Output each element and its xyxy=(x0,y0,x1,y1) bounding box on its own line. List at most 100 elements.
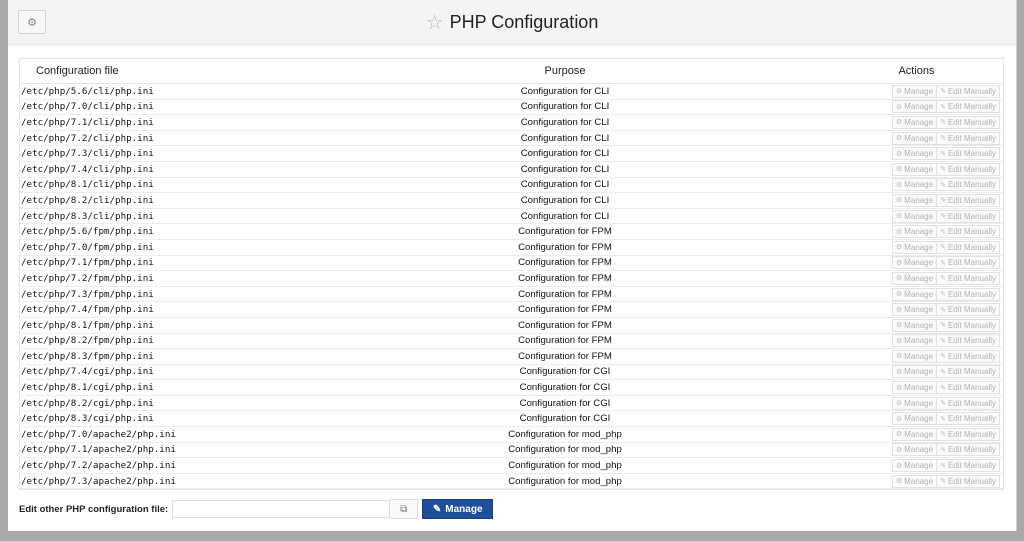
config-purpose: Configuration for mod_php xyxy=(300,426,830,443)
table-row: /etc/php/5.6/cli/php.ini Configuration fo… xyxy=(20,83,1003,100)
edit-manually-label: Edit Manually xyxy=(947,336,996,346)
edit-manually-button[interactable]: ✎ Edit Manually xyxy=(937,147,1000,161)
manage-button[interactable]: ⚙ Manage xyxy=(891,459,938,473)
config-file-path: /etc/php/8.3/cgi/php.ini xyxy=(20,410,300,428)
table-row: /etc/php/8.3/cli/php.ini Configuration fo… xyxy=(20,208,1003,225)
edit-manually-button[interactable]: ✎ Edit Manually xyxy=(937,318,1000,332)
table-row: /etc/php/7.4/cgi/php.ini Configuration fo… xyxy=(20,364,1003,381)
manage-button[interactable]: ⚙ Manage xyxy=(891,443,938,457)
edit-manually-button[interactable]: ✎ Edit Manually xyxy=(937,162,1000,176)
manage-button-label: Manage xyxy=(904,476,934,486)
edit-manually-label: Edit Manually xyxy=(947,476,996,486)
manage-button[interactable]: ⚙ Manage xyxy=(891,287,938,301)
table-row: /etc/php/7.0/fpm/php.ini Configuration fo… xyxy=(20,239,1003,256)
manage-button[interactable]: ⚙ Manage xyxy=(891,271,938,285)
browse-file-button[interactable]: ⧉ xyxy=(390,499,419,519)
config-file-path: /etc/php/8.1/cgi/php.ini xyxy=(20,379,300,396)
row-actions: ⚙ Manage ✎ Edit Manually xyxy=(830,426,1003,443)
table-row: /etc/php/7.1/apache2/php.ini Configuratio… xyxy=(20,442,1003,459)
edit-manually-button[interactable]: ✎ Edit Manually xyxy=(937,365,1000,379)
edit-manually-button[interactable]: ✎ Edit Manually xyxy=(937,84,1000,98)
edit-manually-button[interactable]: ✎ Edit Manually xyxy=(937,334,1000,348)
edit-manually-label: Edit Manually xyxy=(947,305,996,315)
gear-icon: ⚙ xyxy=(895,306,903,314)
edit-manually-button[interactable]: ✎ Edit Manually xyxy=(937,459,1000,473)
manage-button[interactable]: ⚙ Manage xyxy=(891,100,938,114)
edit-manually-label: Edit Manually xyxy=(947,258,996,268)
pencil-icon: ✎ xyxy=(940,228,946,236)
manage-button[interactable]: ⚙ Manage xyxy=(891,474,938,488)
manage-button[interactable]: ⚙ Manage xyxy=(891,256,938,270)
edit-manually-button[interactable]: ✎ Edit Manually xyxy=(937,131,1000,145)
edit-manually-button[interactable]: ✎ Edit Manually xyxy=(937,303,1000,317)
edit-manually-label: Edit Manually xyxy=(947,383,996,393)
gear-icon: ⚙ xyxy=(895,275,903,283)
edit-manually-button[interactable]: ✎ Edit Manually xyxy=(937,225,1000,239)
config-file-path: /etc/php/7.3/fpm/php.ini xyxy=(20,286,300,303)
edit-manually-button[interactable]: ✎ Edit Manually xyxy=(937,271,1000,285)
gear-icon: ⚙ xyxy=(895,88,903,96)
manage-other-config-button[interactable]: ✎ Manage xyxy=(422,499,494,519)
manage-button[interactable]: ⚙ Manage xyxy=(891,225,938,239)
manage-button[interactable]: ⚙ Manage xyxy=(891,334,938,348)
config-file-path: /etc/php/7.0/apache2/php.ini xyxy=(20,426,300,443)
page-header: ⚙ ☆ PHP Configuration xyxy=(8,0,1016,45)
edit-manually-button[interactable]: ✎ Edit Manually xyxy=(937,193,1000,207)
config-purpose: Configuration for CLI xyxy=(300,208,830,225)
manage-button-label: Manage xyxy=(904,336,934,346)
edit-manually-label: Edit Manually xyxy=(947,102,996,112)
manage-button[interactable]: ⚙ Manage xyxy=(891,147,938,161)
manage-button[interactable]: ⚙ Manage xyxy=(891,193,938,207)
manage-button[interactable]: ⚙ Manage xyxy=(891,240,938,254)
manage-button[interactable]: ⚙ Manage xyxy=(891,209,938,223)
manage-button[interactable]: ⚙ Manage xyxy=(891,84,938,98)
table-row: /etc/php/8.3/cgi/php.ini Configuration fo… xyxy=(20,410,1003,428)
other-config-path-input[interactable] xyxy=(172,500,391,518)
table-row: /etc/php/7.3/cli/php.ini Configuration fo… xyxy=(20,145,1003,162)
edit-manually-button[interactable]: ✎ Edit Manually xyxy=(937,178,1000,192)
manage-button-label: Manage xyxy=(904,195,934,205)
config-file-path: /etc/php/5.6/cli/php.ini xyxy=(20,83,300,100)
manage-button[interactable]: ⚙ Manage xyxy=(891,412,938,426)
manage-button[interactable]: ⚙ Manage xyxy=(891,349,938,363)
edit-manually-label: Edit Manually xyxy=(947,227,996,237)
config-file-path: /etc/php/7.0/fpm/php.ini xyxy=(20,239,300,256)
edit-manually-button[interactable]: ✎ Edit Manually xyxy=(937,396,1000,410)
manage-button[interactable]: ⚙ Manage xyxy=(891,381,938,395)
config-purpose: Configuration for FPM xyxy=(300,301,830,318)
manage-button[interactable]: ⚙ Manage xyxy=(891,318,938,332)
manage-button[interactable]: ⚙ Manage xyxy=(891,178,938,192)
manage-button[interactable]: ⚙ Manage xyxy=(891,365,938,379)
edit-manually-button[interactable]: ✎ Edit Manually xyxy=(937,427,1000,441)
table-row: /etc/php/8.1/cli/php.ini Configuration fo… xyxy=(20,177,1003,194)
table-row: /etc/php/8.1/cgi/php.ini Configuration fo… xyxy=(20,379,1003,396)
edit-manually-button[interactable]: ✎ Edit Manually xyxy=(937,412,1000,426)
edit-manually-button[interactable]: ✎ Edit Manually xyxy=(937,474,1000,488)
table-row: /etc/php/7.1/fpm/php.ini Configuration fo… xyxy=(20,255,1003,272)
edit-manually-button[interactable]: ✎ Edit Manually xyxy=(937,115,1000,129)
manage-button[interactable]: ⚙ Manage xyxy=(891,396,938,410)
config-purpose: Configuration for CGI xyxy=(300,410,830,428)
config-file-path: /etc/php/7.1/cli/php.ini xyxy=(20,114,300,131)
star-outline-icon[interactable]: ☆ xyxy=(426,12,444,34)
gear-icon: ⚙ xyxy=(895,478,903,486)
config-file-path: /etc/php/7.0/cli/php.ini xyxy=(20,99,300,116)
manage-button[interactable]: ⚙ Manage xyxy=(891,131,938,145)
row-actions: ⚙ Manage ✎ Edit Manually xyxy=(830,83,1003,100)
edit-manually-button[interactable]: ✎ Edit Manually xyxy=(937,256,1000,270)
edit-manually-button[interactable]: ✎ Edit Manually xyxy=(937,209,1000,223)
edit-manually-button[interactable]: ✎ Edit Manually xyxy=(937,349,1000,363)
manage-button[interactable]: ⚙ Manage xyxy=(891,115,938,129)
manage-button[interactable]: ⚙ Manage xyxy=(891,427,938,441)
edit-manually-button[interactable]: ✎ Edit Manually xyxy=(937,287,1000,301)
edit-manually-button[interactable]: ✎ Edit Manually xyxy=(937,240,1000,254)
manage-button[interactable]: ⚙ Manage xyxy=(891,303,938,317)
manage-button[interactable]: ⚙ Manage xyxy=(891,162,938,176)
config-purpose: Configuration for CGI xyxy=(300,395,830,412)
edit-manually-label: Edit Manually xyxy=(947,461,996,471)
config-file-path: /etc/php/7.2/fpm/php.ini xyxy=(20,270,300,287)
edit-manually-button[interactable]: ✎ Edit Manually xyxy=(937,100,1000,114)
edit-manually-button[interactable]: ✎ Edit Manually xyxy=(937,381,1000,395)
edit-manually-button[interactable]: ✎ Edit Manually xyxy=(937,443,1000,457)
table-row: /etc/php/7.0/cli/php.ini Configuration fo… xyxy=(20,99,1003,116)
